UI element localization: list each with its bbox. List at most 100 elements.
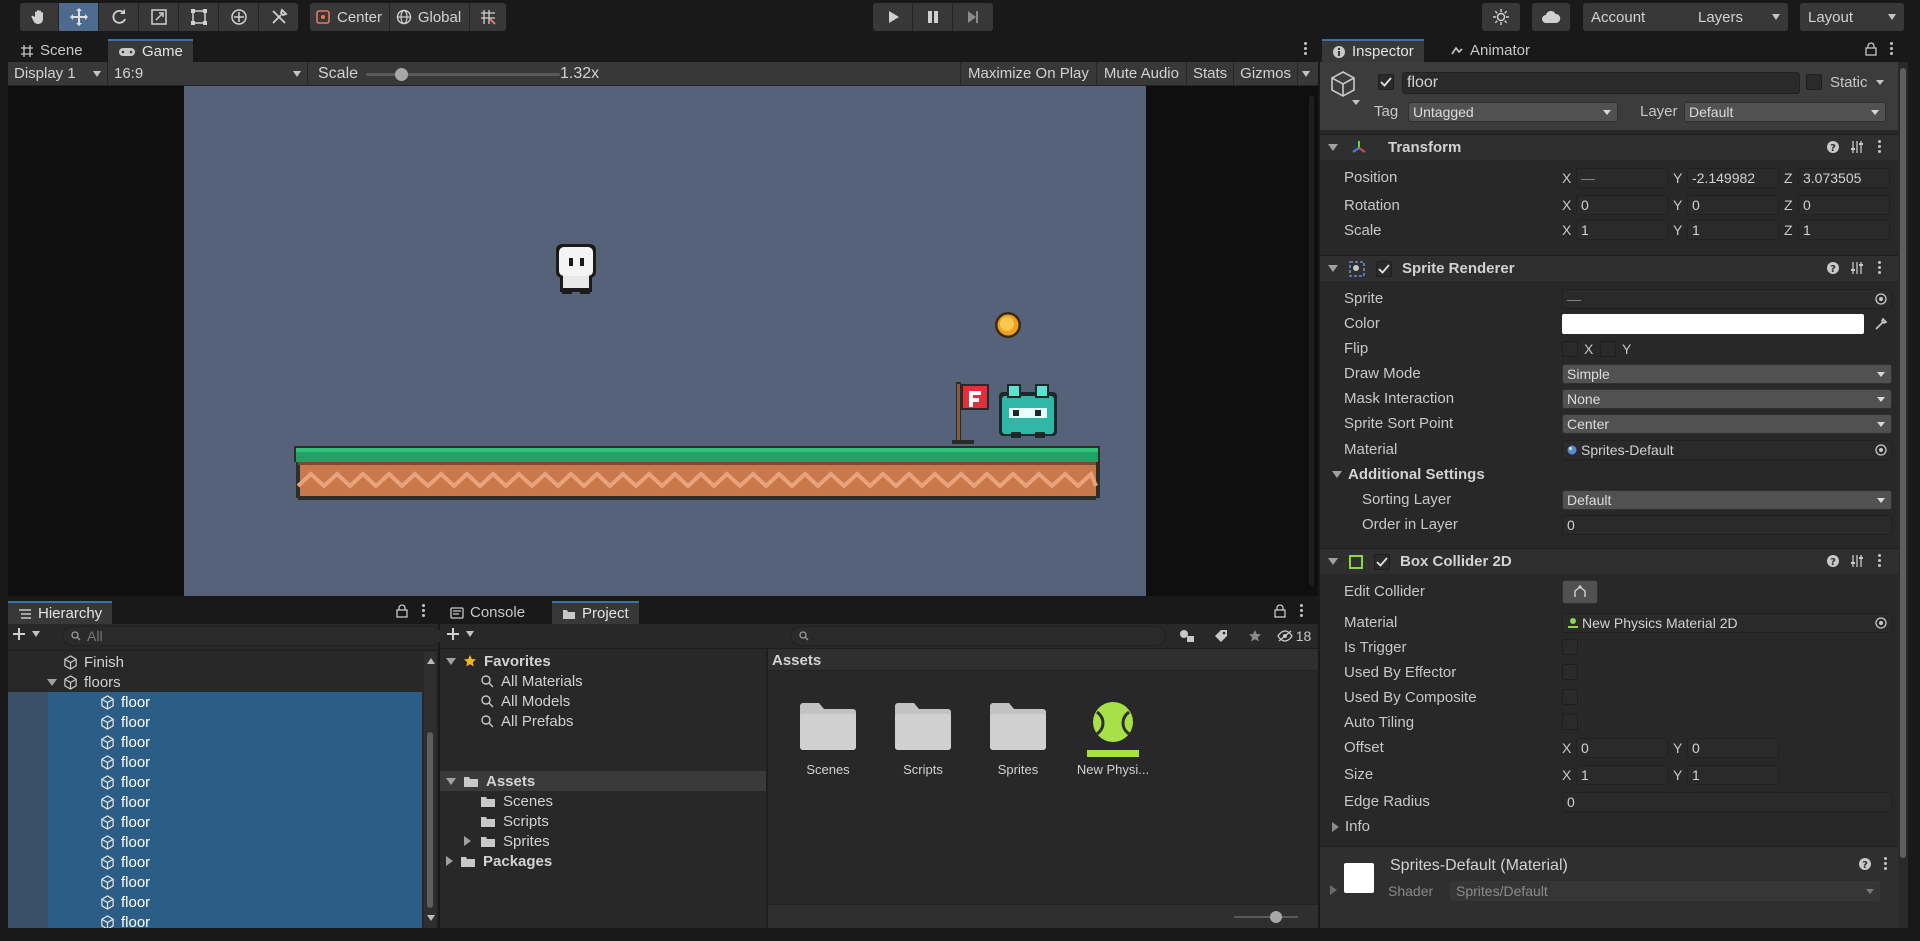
box-collider-header[interactable]: Box Collider 2D xyxy=(1320,548,1908,574)
static-checkbox[interactable] xyxy=(1806,74,1822,90)
rotation-x-input[interactable]: 0 xyxy=(1576,195,1668,215)
hierarchy-item[interactable]: floor xyxy=(8,912,422,928)
scroll-down-icon[interactable] xyxy=(427,915,435,921)
collapse-triangle-icon[interactable] xyxy=(464,836,471,846)
asset-folder-item[interactable]: Sprites xyxy=(464,831,550,851)
scale-x-input[interactable]: 1 xyxy=(1576,220,1668,240)
hierarchy-item[interactable]: floor xyxy=(8,712,422,732)
preset-sliders-icon[interactable] xyxy=(1850,261,1864,275)
auto-tiling-checkbox[interactable] xyxy=(1562,714,1578,730)
preset-sliders-icon[interactable] xyxy=(1850,554,1864,568)
color-swatch[interactable] xyxy=(1562,314,1864,334)
eyedropper-icon[interactable] xyxy=(1874,317,1888,331)
scale-tool-icon[interactable] xyxy=(139,3,179,31)
layer-dropdown[interactable]: Default xyxy=(1684,102,1886,122)
asset-grid-item[interactable]: Sprites xyxy=(978,700,1058,777)
tag-dropdown[interactable]: Untagged xyxy=(1408,102,1618,122)
mute-audio-toggle[interactable]: Mute Audio xyxy=(1095,62,1186,85)
asset-grid-item[interactable]: Scenes xyxy=(788,700,868,777)
maximize-on-play-toggle[interactable]: Maximize On Play xyxy=(960,62,1096,85)
aspect-dropdown[interactable]: 16:9 xyxy=(108,62,308,85)
help-icon[interactable]: ? xyxy=(1858,857,1872,871)
play-button[interactable] xyxy=(873,3,913,31)
tab-inspector[interactable]: Inspector xyxy=(1322,39,1424,62)
cloud-button[interactable] xyxy=(1532,3,1570,31)
rotation-y-input[interactable]: 0 xyxy=(1687,195,1779,215)
gizmos-toggle[interactable]: Gizmos xyxy=(1233,62,1297,85)
kebab-menu-icon[interactable] xyxy=(422,604,425,619)
kebab-menu-icon[interactable] xyxy=(1304,42,1307,57)
services-button[interactable] xyxy=(1482,3,1520,31)
tab-project[interactable]: Project xyxy=(552,601,639,624)
scale-slider-thumb[interactable] xyxy=(395,68,408,81)
offset-x-input[interactable]: 0 xyxy=(1576,738,1668,758)
size-y-input[interactable]: 1 xyxy=(1687,765,1779,785)
used-by-composite-checkbox[interactable] xyxy=(1562,689,1578,705)
custom-tool-icon[interactable] xyxy=(259,3,298,31)
hierarchy-item[interactable]: floor xyxy=(8,812,422,832)
filter-by-label-icon[interactable] xyxy=(1204,624,1238,648)
info-foldout[interactable]: Info xyxy=(1332,818,1370,835)
pause-button[interactable] xyxy=(913,3,953,31)
hand-tool-icon[interactable] xyxy=(20,3,59,31)
hierarchy-item[interactable]: floor xyxy=(8,752,422,772)
material-field[interactable]: Sprites-Default xyxy=(1562,440,1892,460)
hidden-packages-toggle[interactable]: 18 xyxy=(1272,624,1316,648)
game-canvas[interactable] xyxy=(184,86,1146,596)
grid-snap-icon[interactable] xyxy=(470,3,506,31)
preset-sliders-icon[interactable] xyxy=(1850,140,1864,154)
object-picker-icon[interactable] xyxy=(1875,444,1887,456)
hierarchy-item[interactable]: floor xyxy=(8,792,422,812)
used-by-effector-checkbox[interactable] xyxy=(1562,664,1578,680)
favorite-star-icon[interactable] xyxy=(1238,624,1272,648)
sprite-renderer-header[interactable]: Sprite Renderer xyxy=(1320,255,1908,281)
favorite-item[interactable]: All Models xyxy=(480,691,570,711)
hierarchy-item[interactable]: floor xyxy=(8,732,422,752)
favorite-item[interactable]: All Materials xyxy=(480,671,583,691)
scale-z-input[interactable]: 1 xyxy=(1798,220,1890,240)
scroll-up-icon[interactable] xyxy=(427,658,435,664)
gizmos-dropdown[interactable] xyxy=(1297,62,1318,85)
display-dropdown[interactable]: Display 1 xyxy=(8,62,108,85)
asset-folder-item[interactable]: Scenes xyxy=(480,791,553,811)
inspector-scrollbar[interactable] xyxy=(1898,62,1908,928)
flip-x-checkbox[interactable] xyxy=(1562,341,1578,357)
filter-by-type-icon[interactable] xyxy=(1170,624,1204,648)
hierarchy-search-input[interactable]: All xyxy=(62,626,442,646)
tab-hierarchy[interactable]: Hierarchy xyxy=(8,601,113,624)
lock-icon[interactable] xyxy=(396,604,408,618)
offset-y-input[interactable]: 0 xyxy=(1687,738,1779,758)
inspector-scroll-thumb[interactable] xyxy=(1900,68,1906,858)
move-tool-icon[interactable] xyxy=(59,3,99,31)
collider-material-field[interactable]: New Physics Material 2D xyxy=(1562,613,1892,633)
position-z-input[interactable]: 3.073505 xyxy=(1798,168,1890,188)
sprite-sort-point-dropdown[interactable]: Center xyxy=(1562,414,1892,434)
order-in-layer-input[interactable]: 0 xyxy=(1562,515,1892,535)
hierarchy-item[interactable]: floors xyxy=(8,672,422,692)
flip-y-checkbox[interactable] xyxy=(1600,341,1616,357)
draw-mode-dropdown[interactable]: Simple xyxy=(1562,364,1892,384)
hierarchy-item[interactable]: floor xyxy=(8,892,422,912)
hierarchy-item[interactable]: floor xyxy=(8,832,422,852)
object-name-input[interactable]: floor xyxy=(1402,72,1800,94)
kebab-menu-icon[interactable] xyxy=(1884,857,1887,872)
pivot-toggle[interactable]: Center xyxy=(310,3,390,31)
kebab-menu-icon[interactable] xyxy=(1878,554,1881,569)
tab-animator[interactable]: Animator xyxy=(1440,39,1540,62)
breadcrumb[interactable]: Assets xyxy=(772,652,821,669)
layers-dropdown[interactable]: Layers xyxy=(1690,3,1788,31)
transform-tool-icon[interactable] xyxy=(219,3,259,31)
favorites-header[interactable]: Favorites xyxy=(446,651,551,671)
hierarchy-item[interactable]: floor xyxy=(8,852,422,872)
help-icon[interactable]: ? xyxy=(1826,140,1840,154)
object-picker-icon[interactable] xyxy=(1875,617,1887,629)
hierarchy-item[interactable]: floor xyxy=(8,872,422,892)
hierarchy-item[interactable]: Finish xyxy=(8,652,422,672)
hierarchy-item[interactable]: floor xyxy=(8,772,422,792)
kebab-menu-icon[interactable] xyxy=(1890,42,1893,57)
layout-dropdown[interactable]: Layout xyxy=(1800,3,1904,31)
shader-dropdown[interactable]: Sprites/Default xyxy=(1450,881,1880,901)
help-icon[interactable]: ? xyxy=(1826,261,1840,275)
hierarchy-scrollbar[interactable] xyxy=(424,652,436,928)
project-search-input[interactable] xyxy=(790,626,1166,646)
